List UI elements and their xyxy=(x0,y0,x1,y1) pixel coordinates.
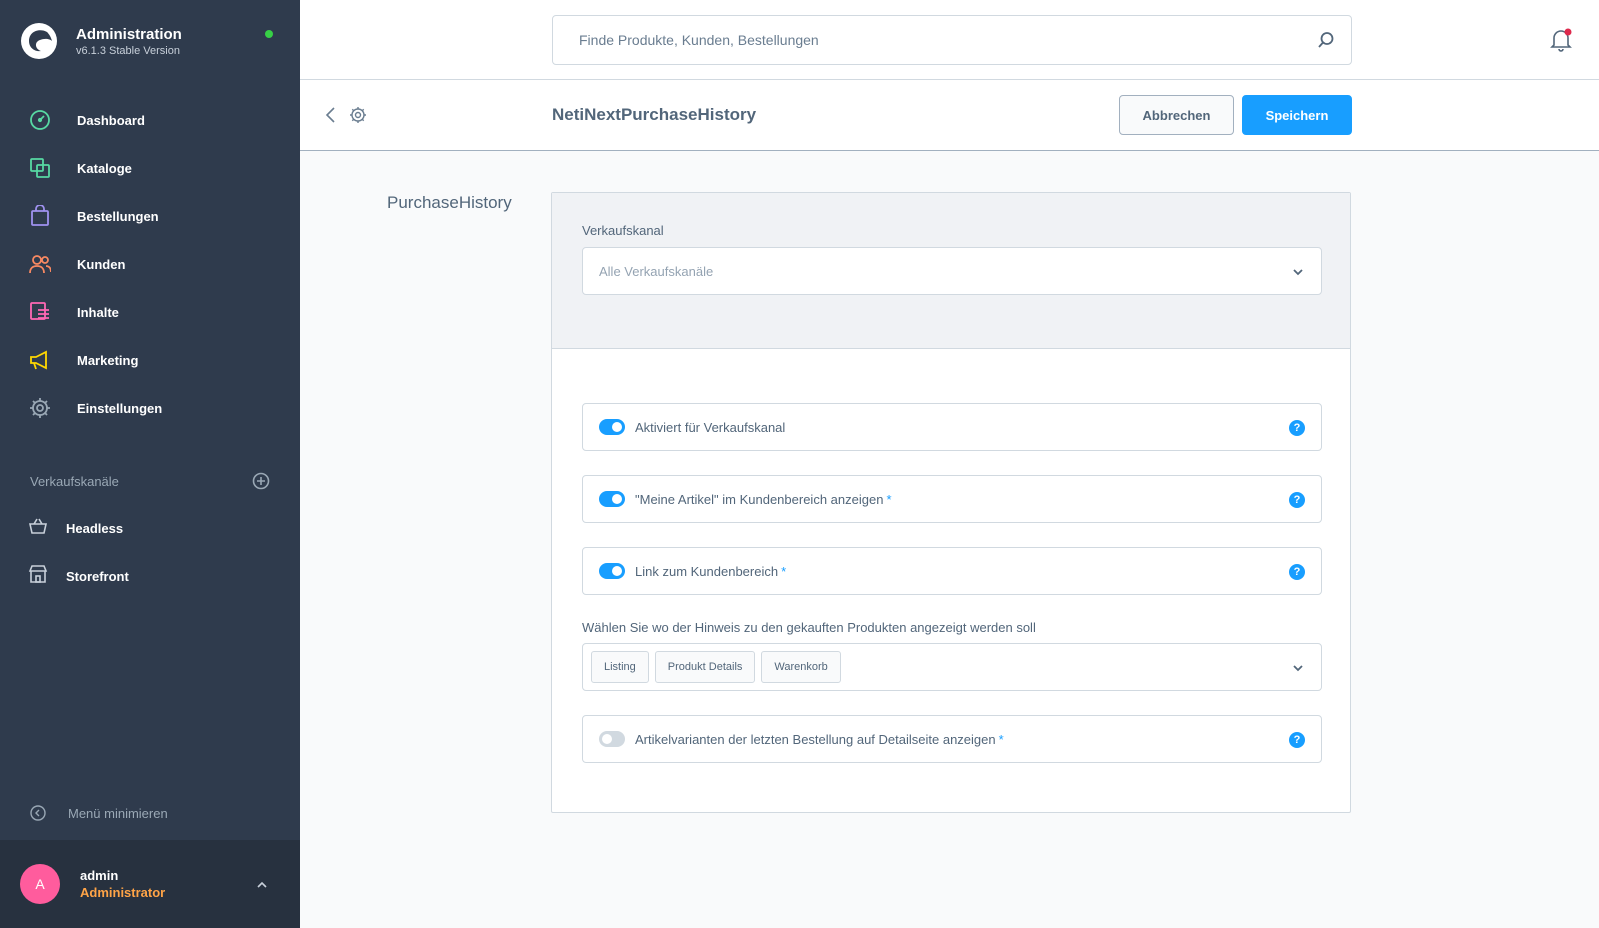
toggle-switch[interactable] xyxy=(599,491,625,507)
nav-label: Kataloge xyxy=(77,160,132,176)
help-icon[interactable]: ? xyxy=(1289,564,1305,580)
shopping-bag-icon xyxy=(28,204,52,228)
switch-label: Artikelvarianten der letzten Bestellung … xyxy=(635,731,1004,747)
sales-channel-list: Headless Storefront xyxy=(0,504,300,600)
channel-label: Storefront xyxy=(66,568,129,584)
app-title: Administration xyxy=(76,25,182,43)
global-search[interactable]: Finde Produkte, Kunden, Bestellungen xyxy=(552,15,1352,65)
nav-item-content[interactable]: Inhalte xyxy=(0,288,300,336)
sales-channel-headless[interactable]: Headless xyxy=(0,504,300,552)
nav-label: Inhalte xyxy=(77,304,119,320)
smart-bar: NetiNextPurchaseHistory Abbrechen Speich… xyxy=(300,80,1599,151)
channel-label: Headless xyxy=(66,520,124,536)
switch-label: Aktiviert für Verkaufskanal xyxy=(635,419,786,435)
search-input[interactable]: Finde Produkte, Kunden, Bestellungen xyxy=(579,32,819,48)
sales-channel-placeholder: Alle Verkaufskanäle xyxy=(599,263,714,279)
nav-label: Kunden xyxy=(77,256,126,272)
user-name: admin xyxy=(80,868,119,883)
nav-label: Dashboard xyxy=(77,112,145,128)
sales-channel-select[interactable]: Alle Verkaufskanäle xyxy=(582,247,1322,295)
app-version: v6.1.3 Stable Version xyxy=(76,44,180,57)
chevron-left-icon[interactable] xyxy=(324,106,338,124)
minimize-menu-button[interactable]: Menü minimieren xyxy=(30,805,168,821)
nav-item-catalog[interactable]: Kataloge xyxy=(0,144,300,192)
help-icon[interactable]: ? xyxy=(1289,732,1305,748)
save-button[interactable]: Speichern xyxy=(1242,95,1352,135)
nav-item-settings[interactable]: Einstellungen xyxy=(0,384,300,432)
content-icon xyxy=(28,300,52,324)
dashboard-icon xyxy=(28,108,52,132)
search-icon[interactable] xyxy=(1317,31,1335,49)
position-label: Wählen Sie wo der Hinweis zu den gekauft… xyxy=(582,620,1036,635)
nav-label: Einstellungen xyxy=(77,400,163,416)
tag-product-details[interactable]: Produkt Details xyxy=(654,651,756,683)
sales-channels-title: Verkaufskanäle xyxy=(30,473,119,489)
required-marker: * xyxy=(886,491,892,507)
help-icon[interactable]: ? xyxy=(1289,492,1305,508)
page-title: NetiNextPurchaseHistory xyxy=(552,105,757,124)
catalog-icon xyxy=(28,156,52,180)
gear-icon xyxy=(28,396,52,420)
megaphone-icon xyxy=(28,348,52,372)
position-multi-select[interactable]: Listing Produkt Details Warenkorb xyxy=(582,643,1322,691)
tag-cart[interactable]: Warenkorb xyxy=(761,651,841,683)
add-sales-channel-icon[interactable] xyxy=(252,472,270,490)
toggle-switch[interactable] xyxy=(599,731,625,747)
nav-item-customers[interactable]: Kunden xyxy=(0,240,300,288)
switch-label: Link zum Kundenbereich * xyxy=(635,563,787,579)
nav-item-marketing[interactable]: Marketing xyxy=(0,336,300,384)
storefront-icon xyxy=(28,564,48,589)
nav-label: Marketing xyxy=(77,352,139,368)
minimize-label: Menü minimieren xyxy=(68,805,168,821)
cancel-button[interactable]: Abbrechen xyxy=(1119,95,1234,135)
user-footer[interactable]: A admin Administrator xyxy=(0,840,300,928)
sales-channel-storefront[interactable]: Storefront xyxy=(0,552,300,600)
switch-customer-link[interactable]: Link zum Kundenbereich * ? xyxy=(582,547,1322,595)
chevron-down-icon xyxy=(1293,269,1303,276)
sidebar: Administration v6.1.3 Stable Version Das… xyxy=(0,0,300,928)
config-card: Verkaufskanal Alle Verkaufskanäle Aktivi… xyxy=(551,192,1351,813)
chevron-down-icon xyxy=(1293,665,1303,672)
toggle-switch[interactable] xyxy=(599,419,625,435)
nav-label: Bestellungen xyxy=(77,208,159,224)
customers-icon xyxy=(28,252,52,276)
nav-item-orders[interactable]: Bestellungen xyxy=(0,192,300,240)
sales-channels-header: Verkaufskanäle xyxy=(30,472,270,490)
sales-channel-label: Verkaufskanal xyxy=(582,223,664,238)
sales-channel-switch-area: Verkaufskanal Alle Verkaufskanäle xyxy=(552,193,1350,349)
tag-listing[interactable]: Listing xyxy=(591,651,649,683)
chevron-left-circle-icon xyxy=(30,805,46,821)
toggle-switch[interactable] xyxy=(599,563,625,579)
switch-my-articles[interactable]: "Meine Artikel" im Kundenbereich anzeige… xyxy=(582,475,1322,523)
brand[interactable]: Administration v6.1.3 Stable Version xyxy=(20,22,182,60)
shopware-logo-icon xyxy=(21,23,57,59)
required-marker: * xyxy=(998,731,1004,747)
required-marker: * xyxy=(781,563,787,579)
top-header: Finde Produkte, Kunden, Bestellungen xyxy=(300,0,1599,80)
bell-icon[interactable] xyxy=(1549,27,1573,53)
basket-icon xyxy=(28,516,48,541)
switch-activated[interactable]: Aktiviert für Verkaufskanal ? xyxy=(582,403,1322,451)
user-role: Administrator xyxy=(80,885,166,900)
switch-label: "Meine Artikel" im Kundenbereich anzeige… xyxy=(635,491,892,507)
main-nav: Dashboard Kataloge Bestellungen Kunden I… xyxy=(0,96,300,432)
switch-variants[interactable]: Artikelvarianten der letzten Bestellung … xyxy=(582,715,1322,763)
chevron-up-icon[interactable] xyxy=(255,878,269,892)
avatar: A xyxy=(20,864,60,904)
config-section-title: PurchaseHistory xyxy=(387,193,512,212)
help-icon[interactable]: ? xyxy=(1289,420,1305,436)
online-status-dot xyxy=(265,30,273,38)
gear-icon xyxy=(350,107,366,123)
nav-item-dashboard[interactable]: Dashboard xyxy=(0,96,300,144)
